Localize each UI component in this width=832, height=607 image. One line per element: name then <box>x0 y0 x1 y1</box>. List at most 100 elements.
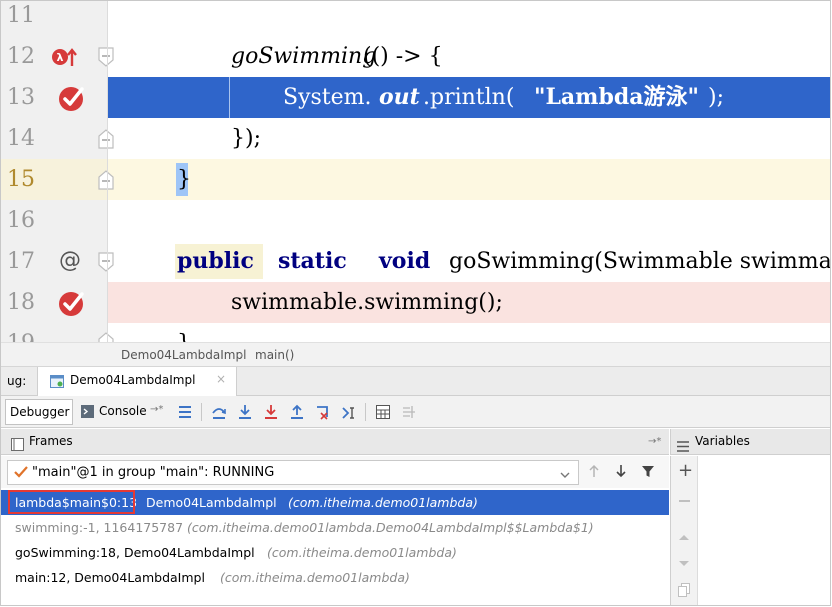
keyword-public: public <box>177 248 254 274</box>
code-text: System. <box>283 85 372 110</box>
drop-frame-icon[interactable] <box>315 404 331 423</box>
line-number: 17 <box>7 249 35 274</box>
toolbar-separator <box>201 403 202 421</box>
tool-window-label: ug: <box>7 374 27 388</box>
thread-label: "main"@1 in group "main": RUNNING <box>32 465 275 480</box>
code-text: }); <box>231 126 261 151</box>
frames-title: Frames <box>29 434 73 448</box>
previous-frame-icon[interactable] <box>588 464 600 482</box>
session-icon <box>50 375 64 391</box>
step-into-icon[interactable] <box>237 404 253 423</box>
pin-frames-icon[interactable]: →* <box>648 429 661 454</box>
line-number: 13 <box>1 77 47 118</box>
breadcrumb-method[interactable]: main() <box>255 343 294 368</box>
line-number: 16 <box>7 208 35 233</box>
filter-icon[interactable] <box>641 465 655 482</box>
thread-running-check-icon <box>14 466 28 482</box>
line-number: 14 <box>7 126 35 151</box>
code-text: .println( <box>423 85 515 110</box>
tab-debugger-label: Debugger <box>10 405 70 419</box>
variables-title: Variables <box>695 434 750 448</box>
frame-row[interactable]: main:12, Demo04LambdaImpl (com.itheima.d… <box>1 565 669 590</box>
breadcrumb-separator: › <box>239 348 244 362</box>
frame-package: (com.itheima.demo01lambda) <box>267 545 457 560</box>
at-annotation-icon[interactable]: @ <box>59 247 81 275</box>
breakpoint-check-icon[interactable] <box>57 83 87 113</box>
code-line-12[interactable]: 12 λ goSwimming (() -> { <box>1 36 830 77</box>
code-line-14[interactable]: 14 }); <box>1 118 830 159</box>
svg-text:λ: λ <box>57 51 64 64</box>
variables-toolbar: + <box>670 456 698 605</box>
remove-watch-icon[interactable] <box>679 500 690 502</box>
next-frame-icon[interactable] <box>615 464 627 482</box>
frame-method: swimming:-1, 1164175787 <box>15 520 184 535</box>
code-text: } <box>177 167 191 192</box>
add-watch-icon[interactable]: + <box>678 460 693 481</box>
variables-list[interactable] <box>698 456 830 605</box>
frame-method: goSwimming:18, Demo04LambdaImpl <box>15 545 255 560</box>
show-execution-point-icon[interactable] <box>177 404 193 423</box>
line-number: 18 <box>7 290 35 315</box>
copy-icon[interactable] <box>678 582 690 601</box>
step-over-icon[interactable] <box>211 404 227 423</box>
thread-dropdown[interactable]: "main"@1 in group "main": RUNNING <box>7 460 579 485</box>
fold-toggle-icon[interactable] <box>93 249 119 275</box>
fold-end-icon[interactable] <box>93 126 119 152</box>
breadcrumb-class[interactable]: Demo04LambdaImpl <box>121 343 246 368</box>
force-step-into-icon[interactable] <box>263 404 279 423</box>
frames-panel-header: Frames →* <box>1 429 669 455</box>
fold-end-icon[interactable] <box>93 329 119 342</box>
code-editor[interactable]: 11 12 λ goSwimming (() -> { 13 System. o… <box>1 1 830 342</box>
frame-method: main:12, Demo04LambdaImpl <box>15 570 205 585</box>
close-tab-icon[interactable]: × <box>216 372 226 386</box>
fold-end-icon[interactable] <box>93 167 119 193</box>
trace-stream-icon[interactable] <box>401 404 417 423</box>
code-line-13-current[interactable]: 13 System. out .println( "Lambda游泳" ); <box>1 77 830 118</box>
code-line-15-caret[interactable]: 15 } <box>1 159 830 200</box>
gutter-divider <box>107 1 108 342</box>
console-icon <box>81 405 94 421</box>
highlight-box <box>8 490 135 514</box>
frame-package: (com.itheima.demo01lambda.Demo04LambdaIm… <box>187 520 594 535</box>
code-line-17[interactable]: 17 @ public static void goSwimming(Swimm… <box>1 241 830 282</box>
code-line-19[interactable]: 19 } <box>1 323 830 342</box>
line-number: 11 <box>7 3 35 28</box>
pin-tab-icon[interactable]: →* <box>150 404 163 415</box>
breakpoint-check-icon[interactable] <box>57 288 87 318</box>
keyword-void: void <box>379 248 431 274</box>
code-line-16[interactable]: 16 <box>1 200 830 241</box>
frame-row-selected[interactable]: lambda$main$0:13 Demo04LambdaImpl (com.i… <box>1 490 669 515</box>
tab-console-label: Console <box>99 404 147 418</box>
method-call: goSwimming <box>231 44 377 69</box>
frame-row[interactable]: swimming:-1, 1164175787 (com.itheima.dem… <box>1 515 669 540</box>
move-up-icon[interactable] <box>678 526 690 545</box>
fold-toggle-icon[interactable] <box>93 44 119 70</box>
debug-session-tab[interactable]: Demo04LambdaImpl × <box>37 367 237 396</box>
line-number: 19 <box>7 323 41 342</box>
step-out-icon[interactable] <box>289 404 305 423</box>
frame-row[interactable]: goSwimming:18, Demo04LambdaImpl (com.ith… <box>1 540 669 565</box>
code-line-18-breakpoint[interactable]: 18 swimmable.swimming(); <box>1 282 830 323</box>
tab-debugger[interactable]: Debugger <box>5 399 73 425</box>
code-text: swimmable.swimming(); <box>231 290 503 315</box>
code-text: ); <box>708 85 724 110</box>
tab-console[interactable]: Console →* <box>79 399 167 425</box>
code-text: } <box>177 323 191 342</box>
run-to-cursor-icon[interactable] <box>341 404 357 423</box>
move-down-icon[interactable] <box>678 553 690 572</box>
debug-tab-strip: ug: Demo04LambdaImpl × <box>1 367 830 396</box>
lambda-up-icon[interactable]: λ <box>51 46 77 68</box>
evaluate-expression-icon[interactable] <box>375 404 391 423</box>
ide-window: 11 12 λ goSwimming (() -> { 13 System. o… <box>0 0 831 606</box>
string-literal: "Lambda游泳" <box>534 84 699 110</box>
session-tab-label: Demo04LambdaImpl <box>70 373 196 387</box>
code-line-11[interactable]: 11 <box>1 1 830 36</box>
thread-selector-row: "main"@1 in group "main": RUNNING <box>1 456 669 488</box>
breadcrumb: Demo04LambdaImpl › main() <box>1 342 830 368</box>
frame-class: Demo04LambdaImpl <box>146 495 277 510</box>
variables-panel-header: Variables <box>670 429 830 455</box>
code-text: (() -> { <box>363 44 443 69</box>
static-field: out <box>379 84 420 110</box>
debugger-toolbar: Debugger Console →* <box>1 396 830 428</box>
line-number: 15 <box>7 167 35 192</box>
